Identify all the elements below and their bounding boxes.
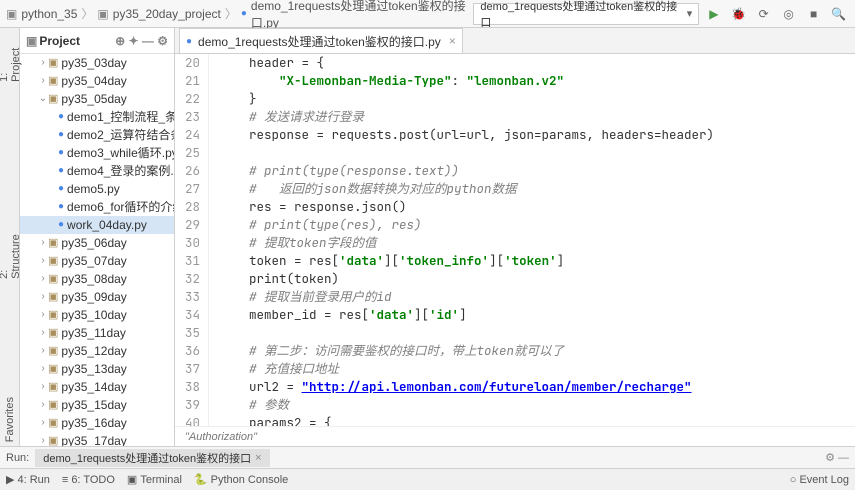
project-icon: ▣: [26, 34, 37, 48]
project-panel: ▣ Project ⊕ ✦ — ⚙ ›▣py35_03day ›▣py35_04…: [20, 28, 175, 446]
python-file-icon: ●: [186, 36, 192, 47]
run-configuration-select[interactable]: demo_1requests处理通过token鉴权的接口: [473, 3, 699, 25]
tree-dir[interactable]: ›▣py35_17day: [20, 432, 174, 446]
tree-file[interactable]: ●demo2_运算符结合条件判断: [20, 126, 174, 144]
tree-dir[interactable]: ›▣py35_06day: [20, 234, 174, 252]
debug-button[interactable]: 🐞: [728, 3, 749, 25]
editor-tabbar: ● demo_1requests处理通过token鉴权的接口.py ×: [175, 28, 855, 54]
tree-dir[interactable]: ›▣py35_09day: [20, 288, 174, 306]
breadcrumb-p1[interactable]: py35_20day_project: [113, 7, 221, 21]
tree-file[interactable]: ●demo4_登录的案例.py: [20, 162, 174, 180]
run-button[interactable]: ▶: [703, 3, 724, 25]
tool-run[interactable]: ▶ 4: Run: [6, 473, 50, 486]
tree-dir[interactable]: ›▣py35_08day: [20, 270, 174, 288]
tool-terminal[interactable]: ▣ Terminal: [127, 473, 182, 486]
tree-dir[interactable]: ›▣py35_03day: [20, 54, 174, 72]
tree-file[interactable]: ●demo1_控制流程_条件判断: [20, 108, 174, 126]
sidebar-tab-project[interactable]: 1: Project: [0, 38, 24, 86]
run-tab[interactable]: demo_1requests处理通过token鉴权的接口 ×: [35, 449, 269, 467]
stop-button[interactable]: ■: [803, 3, 824, 25]
settings-icon[interactable]: ⚙ —: [825, 451, 849, 464]
close-icon[interactable]: ×: [449, 34, 456, 48]
tree-dir[interactable]: ›▣py35_04day: [20, 72, 174, 90]
close-icon[interactable]: ×: [255, 452, 261, 464]
tree-dir[interactable]: ›▣py35_12day: [20, 342, 174, 360]
tree-file[interactable]: ●demo3_while循环.py: [20, 144, 174, 162]
breadcrumb: ▣ python_35 〉 ▣ py35_20day_project 〉 ● d…: [6, 0, 473, 31]
run-panel-header: Run: demo_1requests处理通过token鉴权的接口 × ⚙ —: [0, 446, 855, 468]
project-panel-title: Project: [39, 34, 80, 48]
breadcrumb-p0[interactable]: python_35: [21, 7, 77, 21]
tree-file-selected[interactable]: ●work_04day.py: [20, 216, 174, 234]
sidebar-tab-structure[interactable]: 2: Structure: [0, 226, 24, 283]
tree-file[interactable]: ●demo5.py: [20, 180, 174, 198]
tree-file[interactable]: ●demo6_for循环的介绍.py: [20, 198, 174, 216]
tool-todo[interactable]: ≡ 6: TODO: [62, 473, 115, 486]
folder-icon: ▣: [6, 7, 17, 21]
profile-button[interactable]: ◎: [778, 3, 799, 25]
python-file-icon: ●: [241, 8, 247, 19]
tree-dir[interactable]: ›▣py35_16day: [20, 414, 174, 432]
sidebar-tab-favorites[interactable]: Favorites: [2, 393, 18, 446]
tree-dir[interactable]: ›▣py35_10day: [20, 306, 174, 324]
code-editor[interactable]: 2021222324252627282930313233343536373839…: [175, 54, 855, 426]
tree-dir[interactable]: ›▣py35_14day: [20, 378, 174, 396]
tree-dir[interactable]: ›▣py35_13day: [20, 360, 174, 378]
search-button[interactable]: 🔍: [828, 3, 849, 25]
run-label: Run:: [6, 452, 29, 464]
editor-tab[interactable]: ● demo_1requests处理通过token鉴权的接口.py ×: [179, 28, 463, 53]
breadcrumb-p2[interactable]: demo_1requests处理通过token鉴权的接口.py: [251, 0, 474, 31]
tree-dir[interactable]: ›▣py35_15day: [20, 396, 174, 414]
event-log[interactable]: ○ Event Log: [790, 474, 849, 486]
tree-dir[interactable]: ⌄▣py35_05day: [20, 90, 174, 108]
line-gutter: 2021222324252627282930313233343536373839…: [175, 54, 209, 426]
coverage-button[interactable]: ⟳: [753, 3, 774, 25]
tool-python-console[interactable]: 🐍 Python Console: [194, 473, 288, 486]
tree-dir[interactable]: ›▣py35_11day: [20, 324, 174, 342]
left-tool-strip: 1: Project 2: Structure Favorites: [0, 28, 20, 446]
folder-icon: ▣: [97, 7, 108, 21]
structure-crumb: "Authorization": [175, 426, 855, 446]
tree-dir[interactable]: ›▣py35_07day: [20, 252, 174, 270]
